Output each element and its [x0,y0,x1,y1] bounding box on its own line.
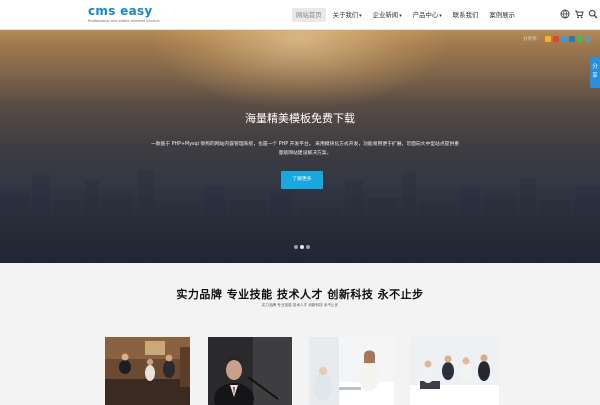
caret-down-icon: ▾ [399,13,402,19]
renren-icon[interactable] [569,36,575,42]
nav-item-label: 关于我们 [332,11,359,19]
nav-item-about[interactable]: 关于我们▾ [329,8,366,22]
float-share-tab[interactable]: 分享 [590,57,600,88]
hero-sun-glow [150,30,450,110]
nav-item-label: 网站首页 [296,11,322,19]
main-nav: 网站首页 关于我们▾ 企业新闻▾ 产品中心▾ 联系我们 案例展示 [292,8,522,22]
float-share-label: 分享 [592,64,598,79]
caret-down-icon: ▾ [439,13,442,19]
logo[interactable]: cms easy Professional and stable Interne… [88,5,168,25]
section-subtitle: 实力品牌 专业技能 技术人才 创新科技 永不止步 [261,303,339,307]
nav-item-label: 产品中心 [412,11,439,19]
nav-item-home[interactable]: 网站首页 [292,8,326,22]
hero-title: 海量精美模板免费下载 [245,112,355,125]
meeting-photo[interactable] [105,337,190,405]
slider-dot[interactable] [294,245,298,249]
office-photo[interactable] [309,337,394,405]
slider-dots [294,245,312,249]
hero-banner: 分享到： 海量精美模板免费下载 一款基于 PHP+Mysql 架构的网站内容管理… [0,30,600,263]
team-photo[interactable] [410,337,499,405]
share-label: 分享到： [523,37,541,42]
nav-item-label: 联系我们 [452,11,479,19]
nav-item-products[interactable]: 产品中心▾ [409,8,446,22]
nav-item-label: 案例展示 [489,11,515,19]
search-icon[interactable] [588,9,598,19]
wechat-icon[interactable] [577,36,583,42]
section-slogan: 实力品牌 专业技能 技术人才 创新科技 永不止步 [176,288,424,301]
logo-tagline: Professional and stable Internet Service [88,19,160,23]
caret-down-icon: ▾ [359,13,362,19]
cart-icon[interactable] [574,9,584,19]
weibo-icon[interactable] [553,36,559,42]
hero-description: 一款基于 PHP+Mysql 架构的网站内容管理系统，也是一个 PHP 开发平台… [150,142,460,156]
nav-item-cases[interactable]: 案例展示 [485,8,519,22]
nav-item-label: 企业新闻 [372,11,399,19]
more-icon[interactable] [585,36,591,42]
share-bar: 分享到： [523,36,593,42]
qzone-icon[interactable] [545,36,551,42]
hero-shade [0,180,600,263]
speaker-photo[interactable] [208,337,292,405]
slider-dot-active[interactable] [300,245,304,249]
logo-mark: cms easy [88,4,153,18]
globe-icon[interactable] [560,9,570,19]
nav-item-news[interactable]: 企业新闻▾ [369,8,406,22]
navbar: cms easy Professional and stable Interne… [0,0,600,30]
nav-icons [560,9,600,19]
slider-dot[interactable] [306,245,310,249]
learn-more-button[interactable]: 了解更多 [281,171,323,189]
tencent-weibo-icon[interactable] [561,36,567,42]
nav-item-contact[interactable]: 联系我们 [449,8,483,22]
